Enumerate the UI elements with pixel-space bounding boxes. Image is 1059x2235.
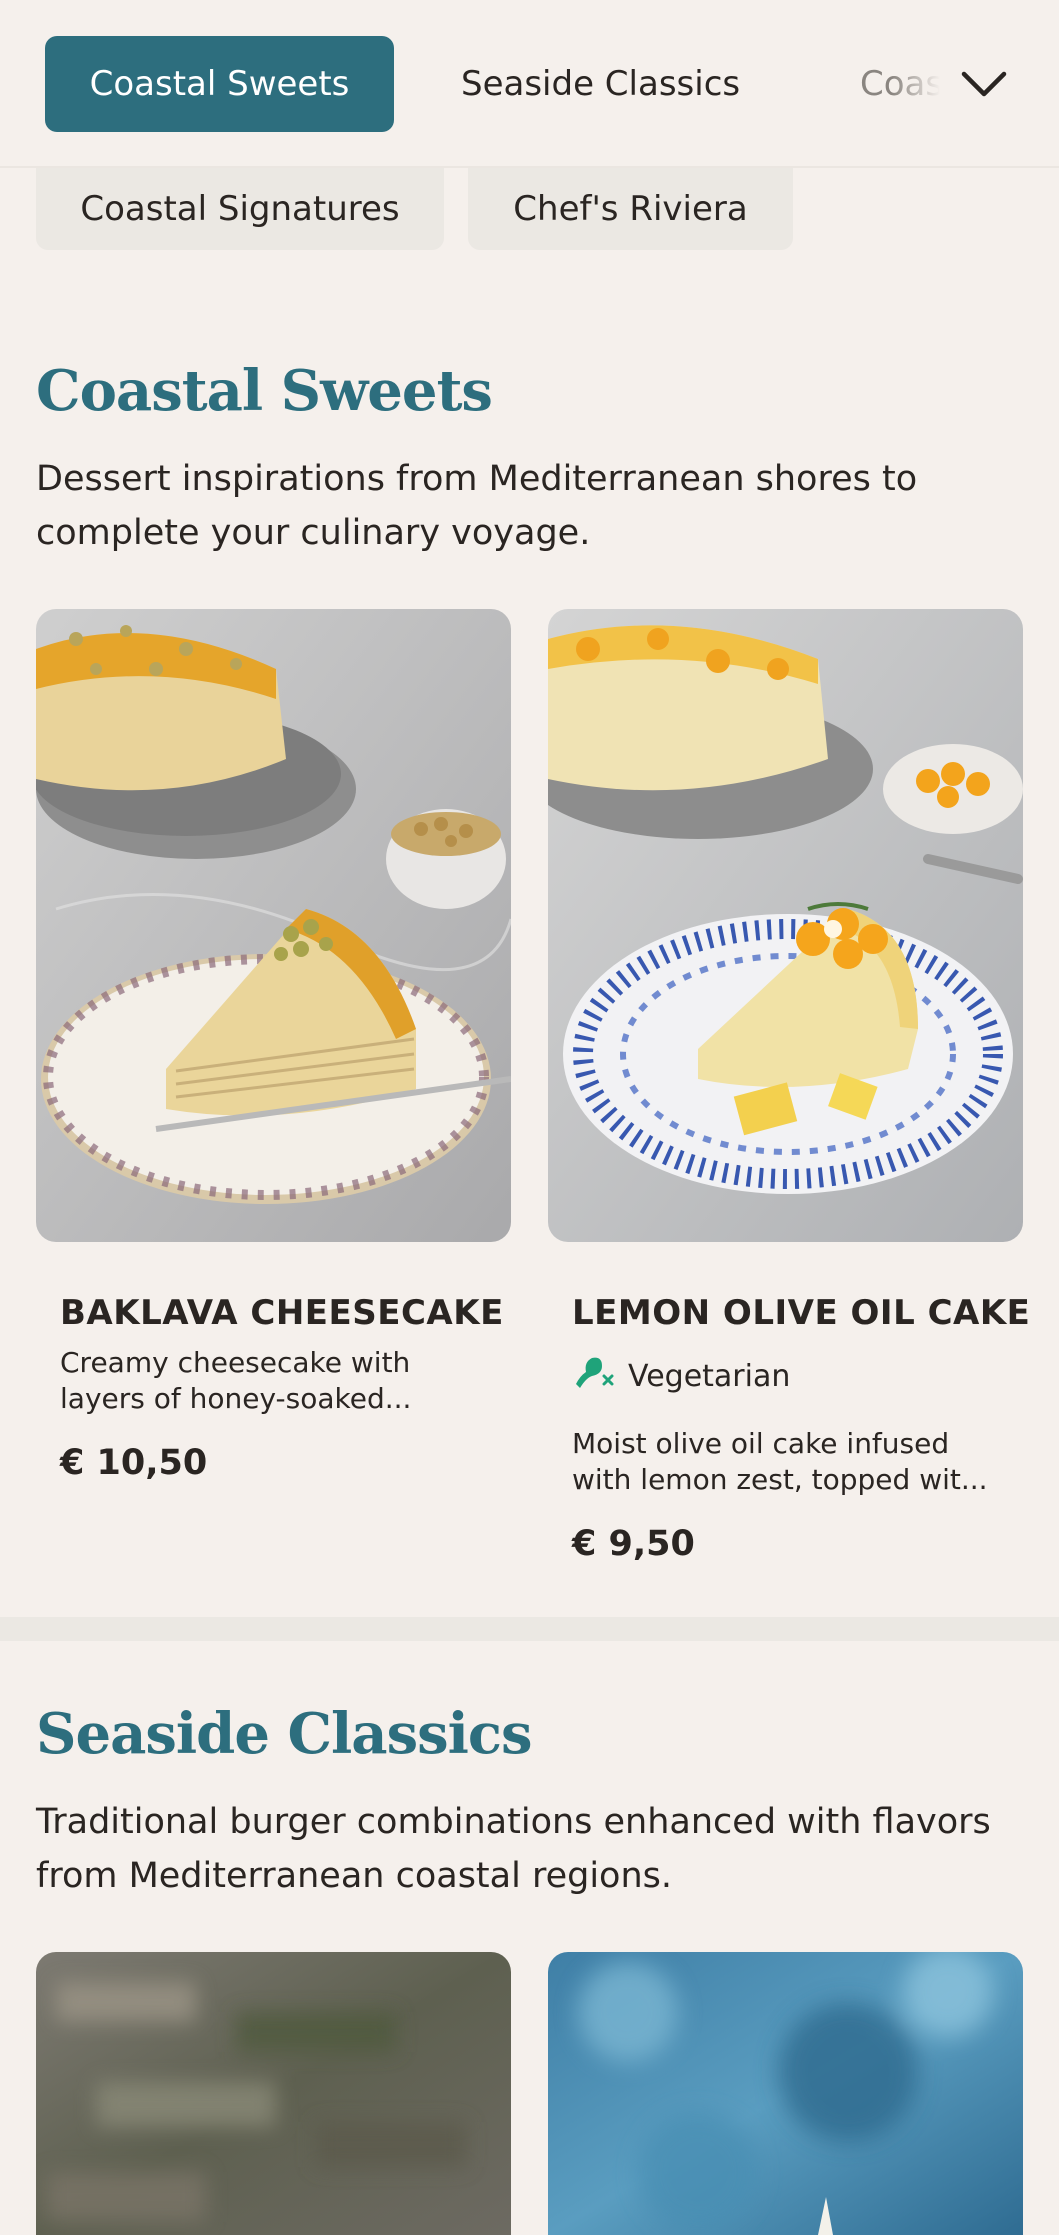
chevron-down-icon[interactable]: [958, 62, 1010, 106]
tab-coastal-sweets[interactable]: Coastal Sweets: [45, 36, 394, 132]
vegetarian-badge: Vegetarian: [572, 1354, 790, 1398]
dish-description: Creamy cheesecake with layers of honey-s…: [60, 1346, 412, 1415]
section-title: Coastal Sweets: [36, 358, 493, 424]
vegetarian-label: Vegetarian: [628, 1358, 791, 1394]
category-nav: Coastal Sweets Seaside Classics Coastal …: [0, 0, 1059, 168]
dish-image[interactable]: [548, 1952, 1023, 2235]
section-title: Seaside Classics: [36, 1701, 533, 1767]
dish-name[interactable]: BAKLAVA CHEESECAKE: [60, 1293, 504, 1333]
chip-chefs-riviera[interactable]: Chef's Riviera: [468, 168, 793, 250]
dish-image-baklava-cheesecake[interactable]: [36, 609, 511, 1242]
dish-image-lemon-olive-oil-cake[interactable]: [548, 609, 1023, 1242]
section-description: Traditional burger combinations enhanced…: [36, 1802, 991, 1896]
vegetarian-icon: [572, 1354, 614, 1398]
chip-coastal-signatures[interactable]: Coastal Signatures: [36, 168, 444, 250]
section-description: Dessert inspirations from Mediterranean …: [36, 459, 918, 553]
dish-price: € 9,50: [572, 1524, 695, 1564]
dish-image[interactable]: [36, 1952, 511, 2235]
tab-seaside-classics[interactable]: Seaside Classics: [461, 36, 740, 132]
dish-price: € 10,50: [60, 1443, 208, 1483]
section-divider: [0, 1617, 1059, 1641]
dish-name[interactable]: LEMON OLIVE OIL CAKE: [572, 1293, 1030, 1333]
dish-description: Moist olive oil cake infused with lemon …: [572, 1427, 988, 1496]
tab-coastal-signatures[interactable]: Coastal Signatures: [860, 36, 940, 132]
